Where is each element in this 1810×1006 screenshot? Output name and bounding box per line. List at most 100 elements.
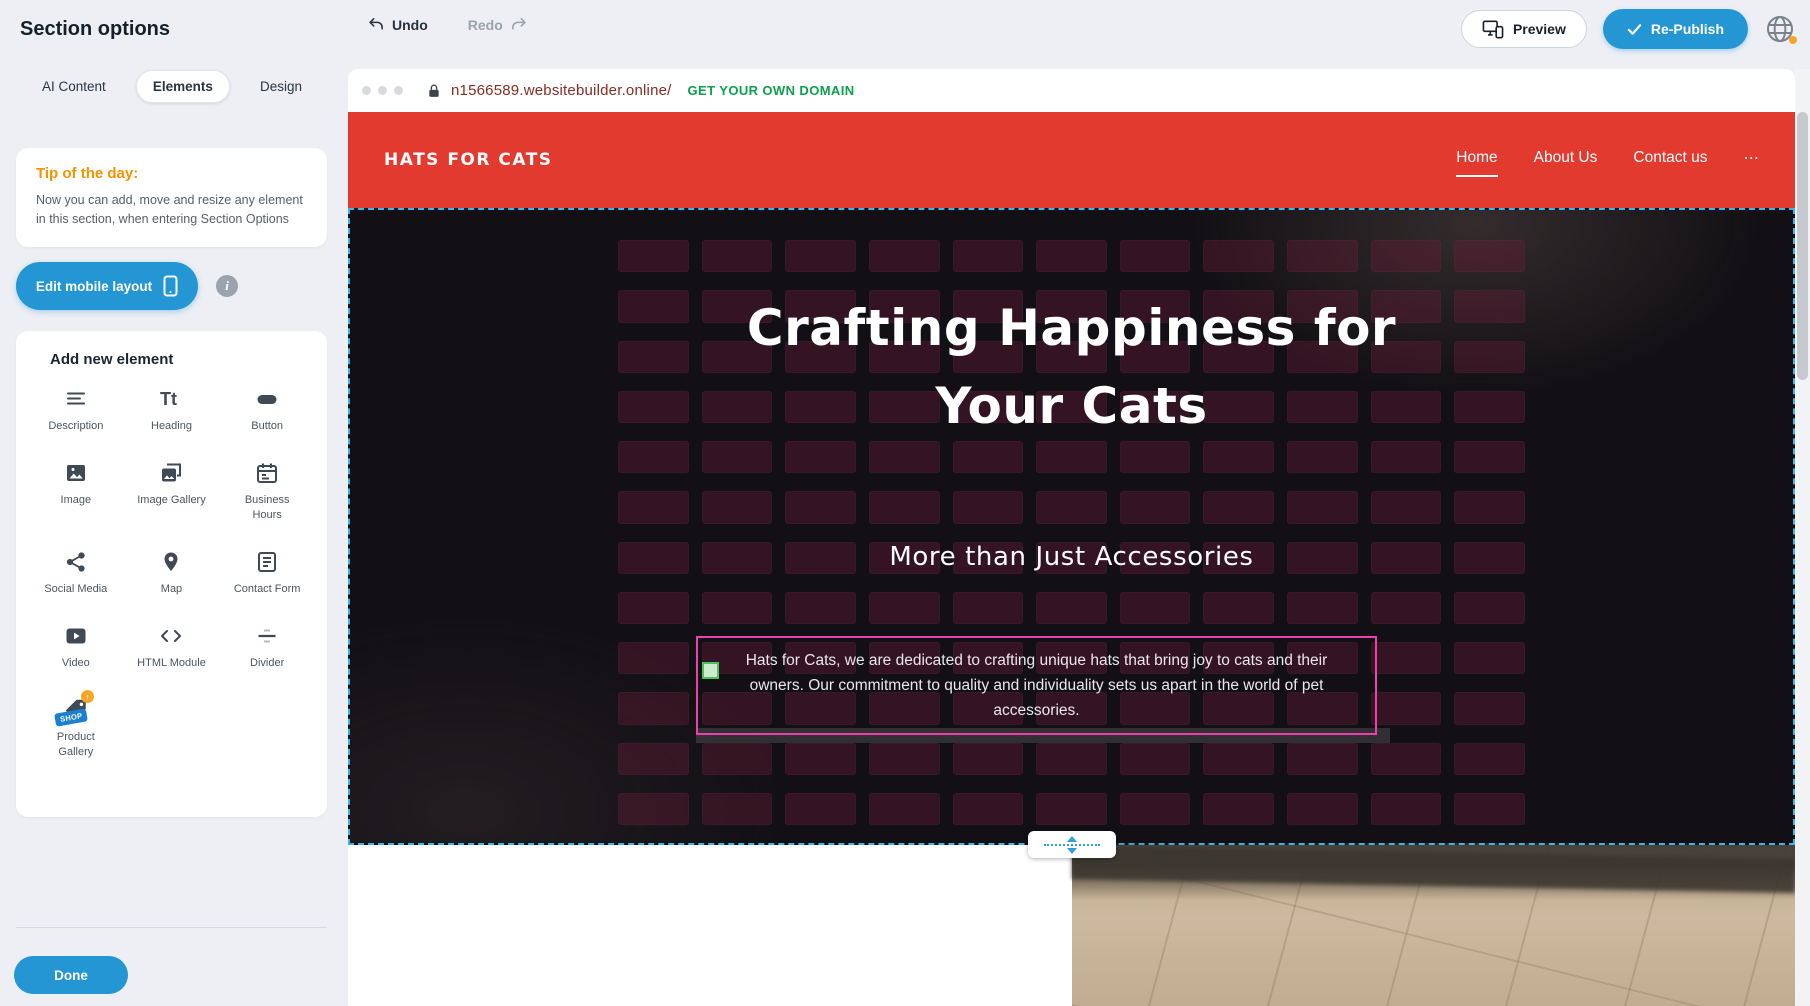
hero-tile (869, 491, 940, 523)
tab-elements[interactable]: Elements (136, 70, 230, 103)
hero-tile (618, 793, 689, 825)
hero-tile (1287, 793, 1358, 825)
element-item-divider[interactable]: Divider (219, 623, 315, 670)
sidebar-divider (16, 927, 327, 928)
resize-handle-icon[interactable] (702, 662, 719, 679)
next-section[interactable] (348, 845, 1795, 1006)
heading-icon: Tt (158, 386, 184, 412)
hero-tile (1371, 642, 1442, 674)
hero-tile (618, 692, 689, 724)
scrollbar-thumb[interactable] (1797, 112, 1808, 380)
tab-ai-content[interactable]: AI Content (26, 71, 122, 102)
element-item-description[interactable]: Description (28, 386, 124, 433)
arrow-up-icon (1067, 836, 1077, 842)
nav-item-contact-us[interactable]: Contact us (1633, 149, 1707, 171)
element-item-contact-form[interactable]: Contact Form (219, 549, 315, 596)
hero-heading[interactable]: Crafting Happiness for Your Cats (350, 290, 1793, 445)
add-element-title: Add new element (28, 351, 315, 368)
hero-tile (1454, 441, 1525, 473)
hero-tile (953, 592, 1024, 624)
hero-tile (869, 793, 940, 825)
hero-tile (869, 743, 940, 775)
hero-tile (1120, 240, 1191, 272)
undo-icon (368, 16, 385, 33)
nav-item-about-us[interactable]: About Us (1534, 149, 1598, 171)
hero-tile (869, 592, 940, 624)
hero-tile (1120, 793, 1191, 825)
hero-tile (1036, 441, 1107, 473)
nav-more-icon[interactable]: ⋯ (1744, 149, 1760, 172)
nav-item-home[interactable]: Home (1456, 149, 1497, 171)
hero-tile (1120, 491, 1191, 523)
republish-button[interactable]: Re-Publish (1603, 9, 1748, 49)
page-scrollbar (1795, 69, 1810, 1006)
redo-button[interactable]: Redo (468, 16, 527, 33)
hero-tile (1454, 642, 1525, 674)
hero-tile (702, 592, 773, 624)
edit-mobile-layout-button[interactable]: Edit mobile layout (16, 262, 198, 310)
get-domain-link[interactable]: GET YOUR OWN DOMAIN (688, 83, 855, 98)
check-icon (1627, 23, 1642, 36)
svg-text:Tt: Tt (160, 389, 177, 409)
element-item-image-gallery[interactable]: Image Gallery (124, 460, 220, 522)
hero-tile (953, 240, 1024, 272)
map-icon (159, 549, 183, 575)
browser-bar: n1566589.websitebuilder.online/ GET YOUR… (348, 69, 1795, 112)
site-url[interactable]: n1566589.websitebuilder.online/ (451, 82, 672, 99)
notification-dot (1789, 36, 1797, 44)
preview-button[interactable]: Preview (1461, 10, 1587, 48)
browser-dots-icon (362, 86, 403, 95)
hero-tile (702, 743, 773, 775)
hero-paragraph-selected[interactable]: Hats for Cats, we are dedicated to craft… (696, 636, 1377, 735)
redo-label: Redo (468, 17, 503, 33)
element-item-map[interactable]: Map (124, 549, 220, 596)
section-resize-handle[interactable] (1028, 831, 1116, 858)
undo-redo-group: Undo Redo (368, 16, 527, 33)
hero-tile (1371, 240, 1442, 272)
phone-icon (163, 275, 178, 297)
hero-tile (1203, 743, 1274, 775)
hero-tile (1371, 793, 1442, 825)
element-item-product-gallery[interactable]: ↑ SHOP Product Gallery (28, 697, 124, 759)
hero-subheading[interactable]: More than Just Accessories (350, 542, 1793, 572)
hero-section[interactable]: Crafting Happiness for Your Cats More th… (348, 208, 1795, 845)
element-item-social-media[interactable]: Social Media (28, 549, 124, 596)
hero-tile (785, 441, 856, 473)
hero-tile (1287, 743, 1358, 775)
site-logo[interactable]: HATS FOR CATS (384, 150, 553, 170)
site-nav: Home About Us Contact us ⋯ (1456, 149, 1759, 172)
shadow-overlay (1072, 845, 1795, 893)
element-item-video[interactable]: Video (28, 623, 124, 670)
social-media-icon (64, 549, 88, 575)
hero-tile (785, 592, 856, 624)
hero-tile (702, 793, 773, 825)
dotted-line (1044, 844, 1100, 846)
lock-icon (427, 83, 441, 99)
hero-tile (1454, 743, 1525, 775)
language-globe-button[interactable] (1764, 13, 1796, 45)
element-item-heading[interactable]: Tt Heading (124, 386, 220, 433)
element-item-html-module[interactable]: HTML Module (124, 623, 220, 670)
undo-button[interactable]: Undo (368, 16, 428, 33)
page-title: Section options (20, 18, 170, 41)
tip-card: Tip of the day: Now you can add, move an… (16, 148, 327, 247)
info-icon[interactable]: i (216, 275, 238, 297)
contact-form-icon (255, 549, 279, 575)
element-item-button[interactable]: Button (219, 386, 315, 433)
done-button[interactable]: Done (14, 956, 128, 994)
hero-tile (1036, 491, 1107, 523)
devices-icon (1482, 19, 1504, 39)
topbar-actions: Preview Re-Publish (1461, 9, 1796, 49)
hero-tile (1454, 692, 1525, 724)
tab-design[interactable]: Design (244, 71, 318, 102)
element-grid: Description Tt Heading Button Image Imag… (28, 386, 315, 759)
hero-tile (1203, 592, 1274, 624)
upgrade-badge-icon: ↑ (81, 690, 94, 703)
site-header[interactable]: HATS FOR CATS Home About Us Contact us ⋯ (348, 112, 1795, 208)
edit-mobile-layout-label: Edit mobile layout (36, 279, 152, 294)
hero-tile (618, 240, 689, 272)
element-item-business-hours[interactable]: Business Hours (219, 460, 315, 522)
element-item-image[interactable]: Image (28, 460, 124, 522)
hero-tile (785, 743, 856, 775)
hero-tile (1120, 743, 1191, 775)
